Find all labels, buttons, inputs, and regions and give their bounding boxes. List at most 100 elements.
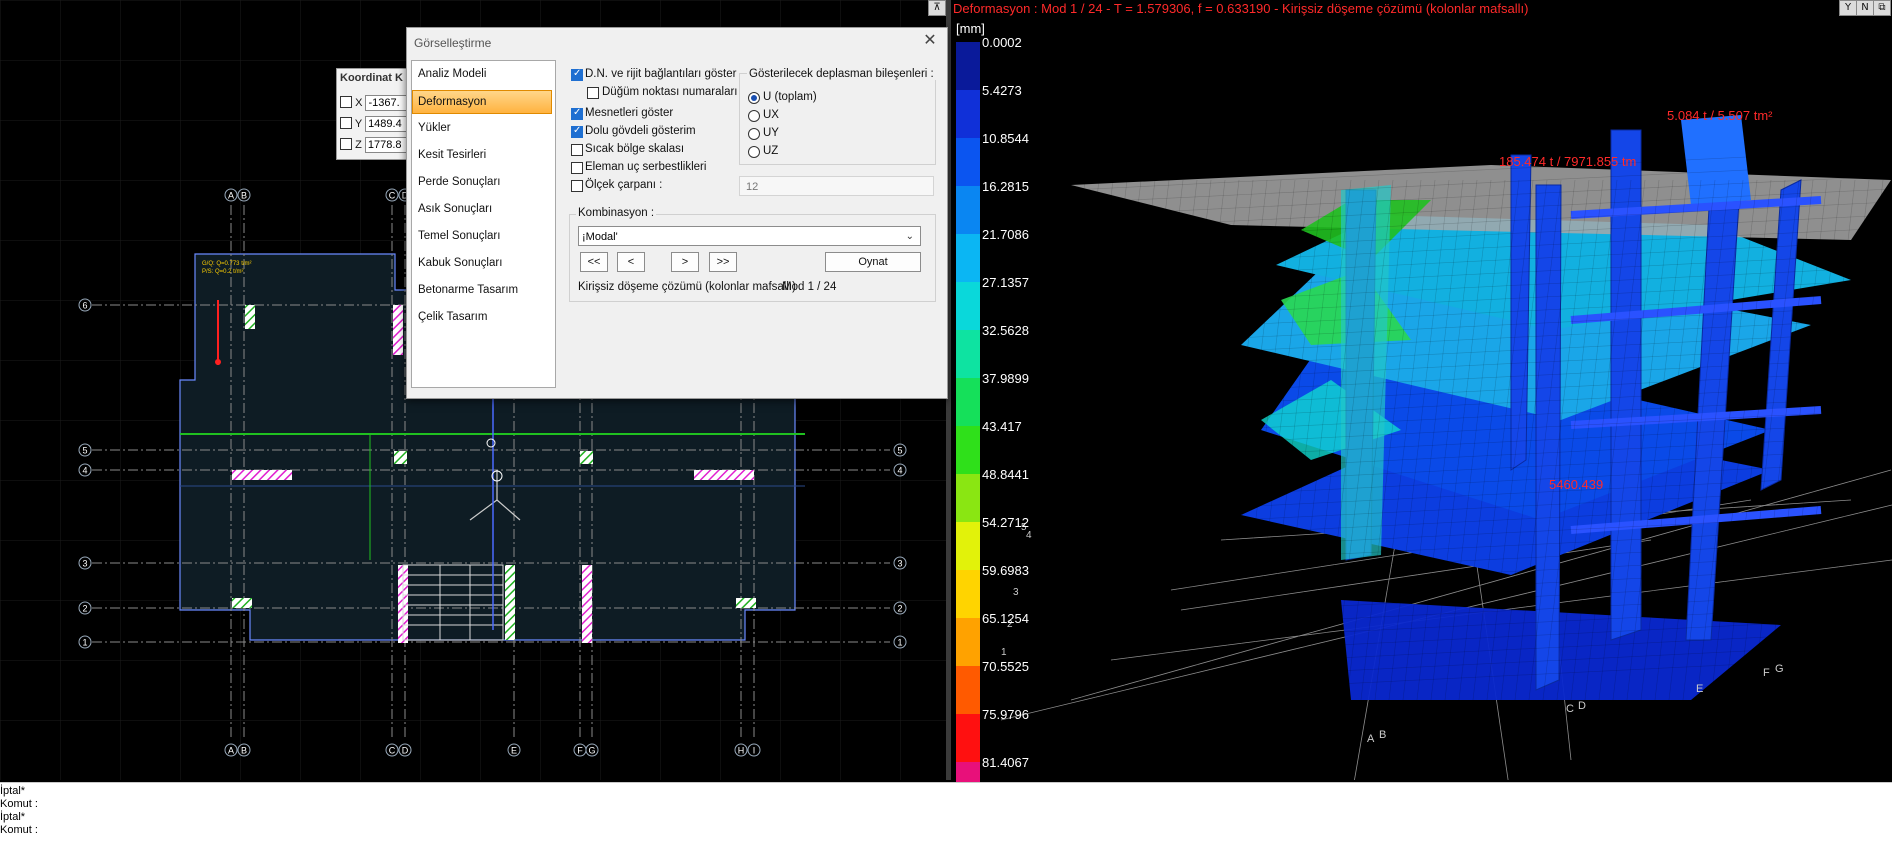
radio-ux[interactable] [748,110,760,122]
node-numbers-checkbox[interactable] [587,87,599,99]
annotation-label: 185.474 t / 7971.855 tm [1499,154,1636,169]
end-releases-checkbox[interactable] [571,162,583,174]
axis-bubble-label: C [389,746,396,756]
command-line: İptal* [0,785,26,797]
prev-mode-button[interactable]: < [617,252,645,272]
axis-bubble-label: I [753,746,756,756]
coord-y-checkbox[interactable] [340,117,352,129]
nav-item-yukler[interactable]: Yükler [418,122,451,134]
legend-value: 5.4273 [982,83,1022,98]
radio-u-total[interactable] [748,92,760,104]
chevron-down-icon: ⌄ [905,231,914,242]
legend-value: 43.417 [982,419,1022,434]
legend-color-swatch [956,138,980,186]
axis-bubble-label: A [228,191,234,201]
axis-bubble-label: 3 [82,559,87,569]
axis-label: A [1367,733,1375,745]
nav-item-celik-tasarim[interactable]: Çelik Tasarım [418,311,487,323]
nav-item-perde-sonuclari[interactable]: Perde Sonuçları [418,176,500,188]
axis-bubble-label: C [389,191,396,201]
next-mode-button[interactable]: > [671,252,699,272]
axis-bubble-label: 2 [82,604,87,614]
coord-z-checkbox[interactable] [340,138,352,150]
deformation-3d-viewport[interactable]: 5 4 3 2 1 A B C D E F G 5.084 t / 5.507 … [951,0,1892,780]
legend-value: 10.8544 [982,131,1029,146]
command-line: İptal* [0,811,26,823]
floor-label: 1 [1001,647,1007,658]
svg-text:G/Q: Q=0.773 t/m²: G/Q: Q=0.773 t/m² [202,261,252,267]
coord-x-checkbox[interactable] [340,96,352,108]
command-area[interactable]: İptal* Komut : İptal* Komut : [0,782,1892,851]
mode-text: Mod 1 / 24 [782,281,837,293]
axis-bubble-label: 1 [82,638,87,648]
legend-value: 81.4067 [982,755,1029,770]
legend-color-swatch [956,714,980,762]
legend-value: 0.0002 [982,35,1022,50]
view-corner-button[interactable]: ⧉ [1873,0,1891,16]
show-dn-rigid-checkbox[interactable] [571,68,583,81]
coord-x-input[interactable] [365,95,408,111]
svg-text:P/S: Q=0.2 t/m²: P/S: Q=0.2 t/m² [202,269,244,275]
legend-color-swatch [956,282,980,330]
legend-value: 32.5628 [982,323,1029,338]
annotation-label: 5460.439 [1549,477,1603,492]
command-line: Komut : [0,824,38,836]
axis-bubble-label: H [738,746,745,756]
view-corner-button[interactable]: Y [1839,0,1857,16]
view-corner-button[interactable]: N [1856,0,1874,16]
axis-bubble-label: 4 [82,466,87,476]
option-label: Ölçek çarpanı : [585,179,663,191]
nav-item-temel-sonuclari[interactable]: Temel Sonuçları [418,230,500,242]
legend-value: 54.2712 [982,515,1029,530]
last-mode-button[interactable]: >> [709,252,737,272]
status-text: Kirişsiz döşeme çözümü (kolonlar mafsall… [578,281,796,293]
legend-value: 27.1357 [982,275,1029,290]
command-line: Komut : [0,798,38,810]
displacement-group-title: Gösterilecek deplasman bileşenleri : [747,68,936,80]
radio-label: UY [763,127,779,139]
radio-uz[interactable] [748,146,760,158]
radio-label: UZ [763,145,779,157]
nav-item-deformasyon[interactable]: Deformasyon [418,96,486,108]
axis-bubble-label: 5 [897,446,902,456]
legend-color-swatch [956,666,980,714]
solid-display-checkbox[interactable] [571,125,583,138]
close-icon[interactable]: ✕ [921,32,939,50]
axis-bubble-label: 6 [82,301,87,311]
legend-color-swatch [956,42,980,90]
axis-label: C [1566,703,1574,715]
play-button[interactable]: Oynat [825,252,921,272]
radio-label: U (toplam) [763,91,817,103]
nav-item-asik-sonuclari[interactable]: Asık Sonuçları [418,203,492,215]
coord-z-input[interactable] [364,137,407,153]
first-mode-button[interactable]: << [580,252,608,272]
axis-bubble-label: B [241,191,247,201]
scale-factor-checkbox[interactable] [571,180,583,192]
coord-row-y: Y [340,115,408,132]
nav-item-kesit-tesirleri[interactable]: Kesit Tesirleri [418,149,486,161]
legend-value: 59.6983 [982,563,1029,578]
hot-zone-scale-checkbox[interactable] [571,144,583,156]
nav-item-betonarme-tasarim[interactable]: Betonarme Tasarım [418,284,518,296]
axis-bubble-label: F [577,746,583,756]
legend-color-swatch [956,618,980,666]
coord-y-input[interactable] [365,116,408,132]
scale-factor-input[interactable]: 12 [739,176,934,196]
nav-item-kabuk-sonuclari[interactable]: Kabuk Sonuçları [418,257,502,269]
show-supports-checkbox[interactable] [571,107,583,120]
axis-bubble-label: 1 [897,638,902,648]
nav-item-analiz-modeli[interactable]: Analiz Modeli [418,68,486,80]
option-label: Sıcak bölge skalası [585,143,685,155]
legend-value: 16.2815 [982,179,1029,194]
deformed-model-drawing: 5 4 3 2 1 A B C D E F G 5.084 t / 5.507 … [1000,108,1892,780]
legend-color-swatch [956,378,980,426]
legend-color-swatch [956,474,980,522]
view-corner-button[interactable]: ⊼ [928,0,946,16]
axis-bubble-label: 4 [897,466,902,476]
radio-uy[interactable] [748,128,760,140]
combination-select[interactable]: ¡Modal' ⌄ [578,226,921,246]
axis-bubble-label: B [241,746,247,756]
floor-label: 4 [1026,530,1032,541]
annotation-label: 5.084 t / 5.507 tm² [1667,108,1773,123]
coord-axis-label: X [355,97,363,109]
